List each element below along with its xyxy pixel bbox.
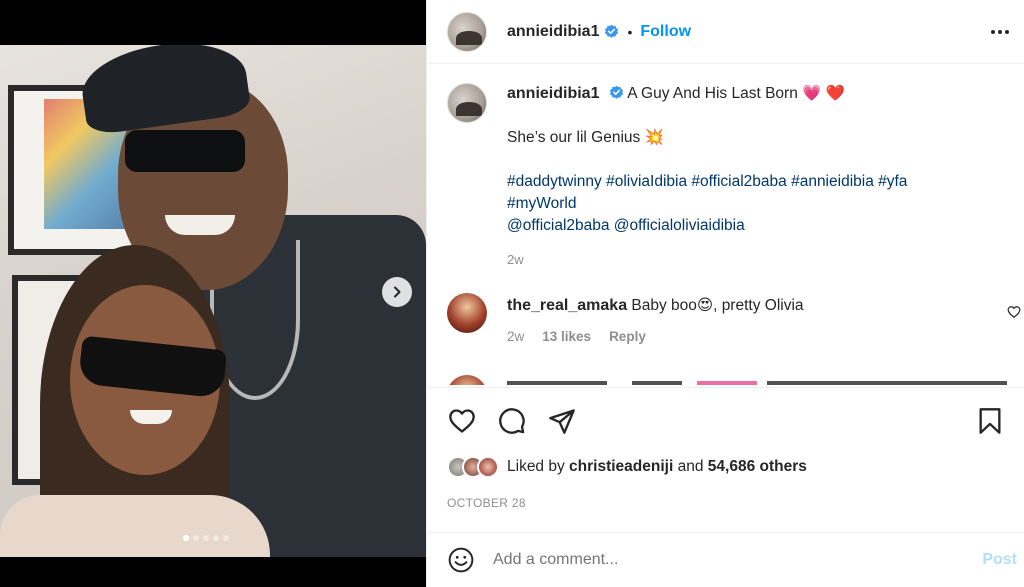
likes-summary[interactable]: Liked by christieadeniji and 54,686 othe… [447,456,807,478]
hashtags-line[interactable]: #myWorld [507,193,977,215]
carousel-dots [183,535,229,541]
caption-line: She’s our lil Genius [507,129,641,146]
add-comment-input[interactable] [493,551,983,569]
caption-title: A Guy And His Last Born [627,85,798,102]
comment-like-heart-icon[interactable] [1007,305,1021,324]
comment-icon[interactable] [497,406,527,436]
comment-item: the_real_amaka Baby boo😍, pretty Olivia … [447,293,1021,344]
post-panel: annieidibia1 • Follow annieidibia1 A Guy… [426,0,1024,587]
verified-badge-icon [609,85,624,100]
post-photo[interactable] [0,45,426,557]
header-username[interactable]: annieidibia1 [507,23,599,41]
caption-emoji: 💥 [644,129,664,146]
follow-button[interactable]: Follow [640,23,691,41]
verified-badge-icon [604,24,619,39]
comment-reply-button[interactable]: Reply [609,329,646,344]
liked-by-user[interactable]: christieadeniji [569,458,673,476]
liked-by-mid: and [677,458,704,475]
heart-icon[interactable] [447,406,477,436]
post-date[interactable]: OCTOBER 28 [447,496,526,510]
mentions-line[interactable]: @official2baba @officialoliviaidibia [507,215,977,237]
post-caption: annieidibia1 A Guy And His Last Born 💗 ❤… [447,83,1007,271]
bookmark-icon[interactable] [975,406,1005,436]
caption-username[interactable]: annieidibia1 [507,85,599,102]
comment-item-partial [447,375,1007,385]
emoji-icon[interactable] [447,546,475,574]
post-actions: Liked by christieadeniji and 54,686 othe… [427,387,1024,532]
carousel-dot[interactable] [183,535,189,541]
caption-hashtags[interactable]: #daddytwinny #oliviaIdibia #official2bab… [507,171,977,237]
liker-avatars [447,456,499,478]
carousel-dot[interactable] [213,535,219,541]
comment-username[interactable]: the_real_amaka [507,297,627,314]
more-options-icon[interactable] [988,22,1012,42]
carousel-dot[interactable] [203,535,209,541]
likes-count[interactable]: 54,686 others [708,458,807,476]
hashtags-line[interactable]: #daddytwinny #oliviaIdibia #official2bab… [507,171,977,193]
carousel-dot[interactable] [223,535,229,541]
comment-text: Baby boo [631,297,697,314]
carousel-dot[interactable] [193,535,199,541]
avatar[interactable] [447,293,487,333]
add-comment-bar: Post [427,532,1024,587]
post-media [0,0,426,587]
comment-text: , pretty Olivia [713,297,804,314]
post-comment-button[interactable]: Post [982,551,1017,569]
avatar[interactable] [447,11,487,52]
post-header: annieidibia1 • Follow [427,0,1024,64]
avatar[interactable] [447,83,487,123]
carousel-next-button[interactable] [382,277,412,307]
comments-section: annieidibia1 A Guy And His Last Born 💗 ❤… [427,65,1024,385]
caption-time[interactable]: 2w [507,249,1007,271]
liked-by-prefix: Liked by [507,458,565,475]
comment-emoji: 😍 [696,297,714,314]
header-separator: • [627,23,633,40]
next-arrow-icon [394,286,401,298]
share-icon[interactable] [547,406,577,436]
comment-likes[interactable]: 13 likes [542,329,591,344]
comment-time[interactable]: 2w [507,329,524,344]
caption-title-emojis: 💗 ❤️ [802,85,846,102]
